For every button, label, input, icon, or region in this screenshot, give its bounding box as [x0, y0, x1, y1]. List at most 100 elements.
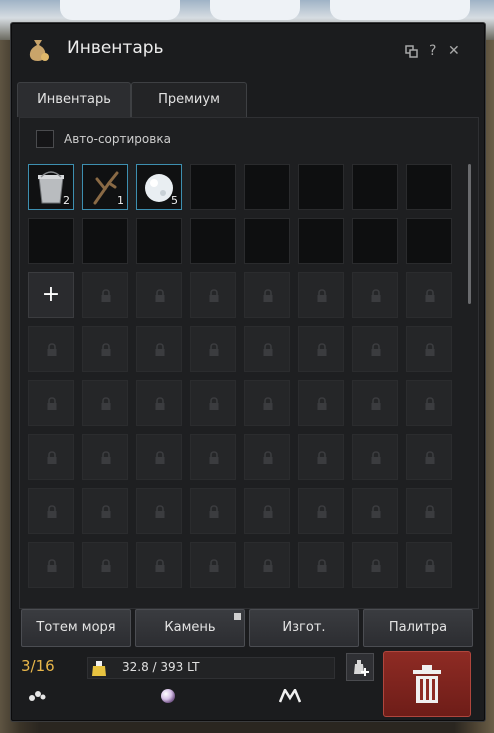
lock-icon — [317, 397, 327, 410]
locked-slot — [82, 272, 128, 318]
empty-slot[interactable] — [298, 218, 344, 264]
seeds-icon[interactable] — [27, 689, 49, 703]
snow-drift — [330, 0, 470, 20]
locked-slot — [28, 434, 74, 480]
locked-slot — [28, 380, 74, 426]
lock-icon — [209, 451, 219, 464]
lock-icon — [47, 505, 57, 518]
autosort-checkbox[interactable] — [36, 130, 54, 148]
tab-inventory[interactable]: Инвентарь — [17, 82, 131, 117]
item-slot-bucket[interactable]: 2 — [28, 164, 74, 210]
grid-row — [28, 488, 460, 534]
empty-slot[interactable] — [190, 218, 236, 264]
locked-slot — [244, 272, 290, 318]
locked-slot — [352, 434, 398, 480]
locked-slot — [244, 380, 290, 426]
trash-button[interactable] — [383, 651, 471, 717]
lock-icon — [101, 343, 111, 356]
close-icon[interactable]: ✕ — [448, 44, 460, 58]
empty-slot[interactable] — [298, 164, 344, 210]
lock-icon — [209, 397, 219, 410]
grid-row: 2 1 5 — [28, 164, 460, 210]
lock-icon — [47, 451, 57, 464]
lock-icon — [263, 289, 273, 302]
empty-slot[interactable] — [244, 218, 290, 264]
locked-slot — [190, 326, 236, 372]
locked-slot — [190, 434, 236, 480]
craft-button[interactable]: Изгот. — [249, 609, 359, 647]
snow-drift — [210, 0, 300, 20]
locked-slot — [82, 380, 128, 426]
empty-slot[interactable] — [28, 218, 74, 264]
empty-slot[interactable] — [352, 164, 398, 210]
stone-button[interactable]: Камень — [135, 609, 245, 647]
snow-drift — [60, 0, 180, 20]
lock-icon — [425, 451, 435, 464]
lock-icon — [425, 343, 435, 356]
empty-slot[interactable] — [190, 164, 236, 210]
empty-slot[interactable] — [406, 164, 452, 210]
locked-slot — [406, 434, 452, 480]
locked-slot — [136, 272, 182, 318]
autosort-toggle[interactable]: Авто-сортировка — [36, 130, 171, 148]
item-slot-branch[interactable]: 1 — [82, 164, 128, 210]
locked-slot — [244, 488, 290, 534]
locked-slot — [352, 272, 398, 318]
locked-slot — [298, 380, 344, 426]
lock-icon — [317, 289, 327, 302]
lock-icon — [101, 505, 111, 518]
locked-slot — [244, 326, 290, 372]
palette-button[interactable]: Палитра — [363, 609, 473, 647]
lock-icon — [263, 505, 273, 518]
help-icon[interactable]: ? — [429, 44, 436, 58]
locked-slot — [406, 380, 452, 426]
locked-slot — [136, 326, 182, 372]
lock-icon — [47, 397, 57, 410]
stone-button-label: Камень — [164, 620, 216, 635]
locked-slot — [136, 380, 182, 426]
popout-icon[interactable] — [405, 45, 418, 58]
locked-slot — [82, 326, 128, 372]
locked-slot — [190, 488, 236, 534]
lock-icon — [101, 289, 111, 302]
grid-row — [28, 434, 460, 480]
lock-icon — [155, 397, 165, 410]
lock-icon — [317, 559, 327, 572]
pearl-icon[interactable] — [159, 687, 177, 705]
locked-slot — [82, 488, 128, 534]
lock-icon — [263, 397, 273, 410]
inventory-grid: 2 1 5 + — [28, 164, 460, 596]
locked-slot — [190, 380, 236, 426]
tab-premium[interactable]: Премиум — [131, 82, 247, 117]
lock-icon — [101, 397, 111, 410]
lock-icon — [317, 451, 327, 464]
m-logo-icon[interactable] — [279, 689, 301, 703]
lock-icon — [371, 343, 381, 356]
title-bar[interactable]: Инвентарь ? ✕ — [11, 23, 485, 75]
sea-totem-button[interactable]: Тотем моря — [21, 609, 131, 647]
lock-icon — [47, 559, 57, 572]
expand-corner-icon — [234, 613, 241, 620]
weight-icon — [92, 661, 106, 676]
lock-icon — [155, 289, 165, 302]
empty-slot[interactable] — [352, 218, 398, 264]
slots-counter: 3/16 — [21, 657, 55, 675]
locked-slot — [28, 326, 74, 372]
lock-icon — [155, 343, 165, 356]
empty-slot[interactable] — [82, 218, 128, 264]
lock-icon — [101, 451, 111, 464]
lock-icon — [425, 289, 435, 302]
inventory-panel: Авто-сортировка 2 1 5 + — [19, 117, 479, 609]
item-slot-snowball[interactable]: 5 — [136, 164, 182, 210]
locked-slot — [298, 434, 344, 480]
empty-slot[interactable] — [406, 218, 452, 264]
lock-icon — [425, 505, 435, 518]
money-bag-icon — [29, 40, 49, 61]
locked-slot — [82, 434, 128, 480]
add-weight-icon — [354, 660, 369, 676]
empty-slot[interactable] — [136, 218, 182, 264]
add-weight-button[interactable] — [346, 653, 374, 681]
scrollbar[interactable] — [468, 164, 471, 304]
add-slot-button[interactable]: + — [28, 272, 74, 318]
empty-slot[interactable] — [244, 164, 290, 210]
